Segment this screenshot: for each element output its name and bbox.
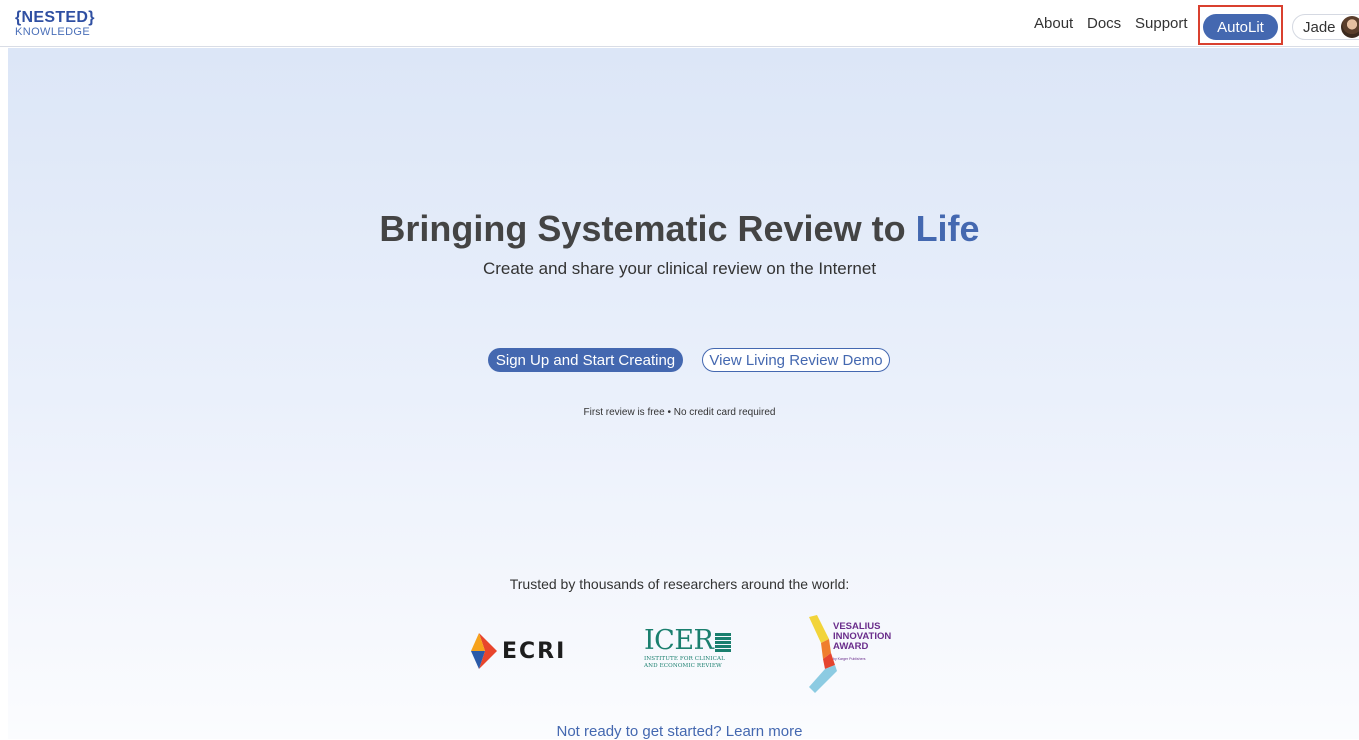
icer-wordmark: ICER (644, 625, 714, 656)
logo-wordmark-bottom: KNOWLEDGE (15, 26, 91, 38)
vesalius-award-logo: VESALIUS INNOVATION AWARD by Karger Publ… (807, 615, 907, 695)
nav-link-docs[interactable]: Docs (1087, 15, 1121, 32)
trusted-heading: Trusted by thousands of researchers arou… (509, 576, 850, 592)
vesalius-by-line: by Karger Publishers (833, 657, 866, 661)
user-avatar (1340, 16, 1359, 38)
learn-more-link[interactable]: Not ready to get started? Learn more (0, 723, 1359, 740)
nested-knowledge-logo[interactable]: {NESTED} KNOWLEDGE (15, 10, 95, 38)
hero-title-main: Bringing Systematic Review to (379, 208, 916, 249)
nav-link-about[interactable]: About (1034, 15, 1073, 32)
ecri-chevron-icon (471, 633, 497, 669)
hero-title-accent: Life (915, 208, 980, 249)
user-menu[interactable]: Jade (1292, 14, 1359, 40)
hero-title: Bringing Systematic Review to Life (0, 208, 1359, 250)
vesalius-title: VESALIUS INNOVATION AWARD (833, 622, 891, 652)
vesalius-line3: AWARD (833, 640, 869, 652)
nav-item-about-wrap: About (1034, 0, 1073, 47)
nav-link-support[interactable]: Support (1135, 15, 1188, 32)
icer-subtitle-line2: AND ECONOMIC REVIEW (644, 662, 722, 669)
nav-item-support-wrap: Support (1135, 0, 1188, 47)
icer-subtitle: INSTITUTE FOR CLINICAL AND ECONOMIC REVI… (644, 656, 738, 670)
autolit-button[interactable]: AutoLit (1203, 14, 1278, 40)
icer-subtitle-line1: INSTITUTE FOR CLINICAL (644, 656, 725, 662)
user-name: Jade (1303, 18, 1336, 36)
icer-bars-icon (715, 632, 732, 652)
view-demo-button[interactable]: View Living Review Demo (702, 348, 890, 372)
ecri-logo: ECRI (471, 633, 566, 669)
logo-wordmark-top: {NESTED} (15, 9, 95, 26)
hero-subtitle: Create and share your clinical review on… (482, 259, 877, 278)
icer-logo: ICER INSTITUTE FOR CLINICAL AND ECONOMIC… (644, 627, 738, 670)
nav-item-docs-wrap: Docs (1087, 0, 1121, 47)
pricing-note: First review is free • No credit card re… (583, 407, 776, 418)
ecri-wordmark: ECRI (502, 638, 567, 664)
top-navigation-bar: {NESTED} KNOWLEDGE About Docs Support Au… (0, 0, 1359, 47)
sign-up-button[interactable]: Sign Up and Start Creating (488, 348, 683, 372)
